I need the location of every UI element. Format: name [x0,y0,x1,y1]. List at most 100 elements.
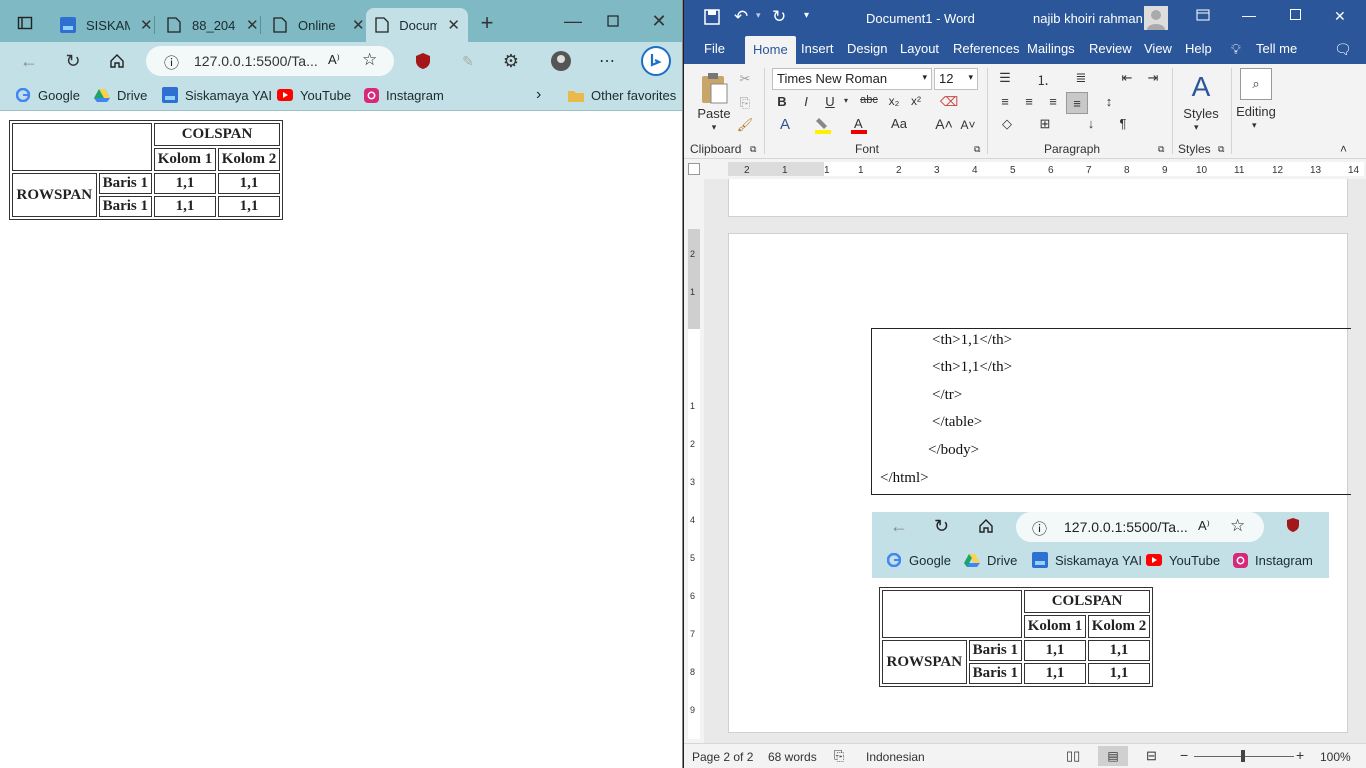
zoom-slider-thumb[interactable] [1241,750,1245,762]
browser-tab-88[interactable]: 88_2040 ✕ [158,8,267,42]
more-icon[interactable]: ⋯ [594,48,620,74]
underline-icon[interactable]: U [822,94,838,109]
fav-other-favorites[interactable]: Other favorites [568,85,676,105]
word-count[interactable]: 68 words [768,750,817,764]
dialog-launcher-icon[interactable]: ⧉ [1158,144,1164,155]
chevron-down-icon[interactable]: ▾ [1252,120,1257,131]
text-effects-icon[interactable]: A [776,116,794,133]
refresh-icon[interactable]: ↻ [60,48,86,74]
styles-icon[interactable]: A [1184,70,1218,104]
dialog-launcher-icon[interactable]: ⧉ [1218,144,1224,155]
decrease-indent-icon[interactable]: ⇤ [1118,70,1136,86]
format-painter-icon[interactable]: 🖌︎ [736,116,754,134]
highlight-icon[interactable] [814,116,832,134]
chevron-down-icon[interactable]: ▾ [844,96,848,105]
save-icon[interactable] [704,9,720,28]
search-icon[interactable]: ⌕ [1240,68,1272,100]
align-center-icon[interactable]: ≡ [1020,94,1038,109]
back-icon[interactable]: ← [16,48,42,74]
justify-icon[interactable]: ≡ [1066,92,1088,114]
web-layout-icon[interactable]: ⊟ [1146,748,1157,764]
close-icon[interactable]: ✕ [246,16,259,34]
zoom-level[interactable]: 100% [1320,750,1351,764]
tab-actions-icon[interactable] [12,10,38,36]
chevron-down-icon[interactable]: ▾ [1194,122,1199,133]
browser-tab-siskamaya[interactable]: SISKAMAYA ✕ [52,8,161,42]
dialog-launcher-icon[interactable]: ⧉ [750,144,756,155]
tab-tell-me[interactable]: Tell me [1256,41,1297,56]
paste-icon[interactable] [698,70,730,106]
read-mode-icon[interactable]: ▯▯ [1066,748,1080,764]
maximize-icon[interactable] [600,8,626,34]
superscript-icon[interactable]: x² [908,94,924,108]
page-2[interactable]: <th>1,1</th> <th>1,1</th> </tr> </table>… [728,233,1351,733]
paste-label[interactable]: Paste [697,106,730,121]
tab-mailings[interactable]: Mailings [1027,41,1075,56]
cut-icon[interactable]: ✂ [736,70,754,88]
chevron-down-icon[interactable]: ▾ [922,72,927,83]
collapse-ribbon-icon[interactable]: ˄ [1340,142,1347,156]
avatar[interactable] [548,48,574,74]
close-icon[interactable]: ✕ [140,16,153,34]
tab-home[interactable]: Home [745,36,796,64]
maximize-icon[interactable] [1290,9,1301,23]
shrink-font-icon[interactable]: A˅ [960,118,976,132]
chevron-down-icon[interactable]: ▾ [968,72,973,83]
fav-youtube[interactable]: YouTube [277,85,351,105]
font-size-combo[interactable]: 12 ▾ [934,68,978,90]
zoom-out-icon[interactable]: − [1180,747,1188,763]
subscript-icon[interactable]: x₂ [886,94,902,108]
read-aloud-icon[interactable]: A⁾ [328,52,340,68]
increase-indent-icon[interactable]: ⇥ [1144,70,1162,86]
proofing-icon[interactable]: ⎘ [834,748,844,764]
shading-icon[interactable]: ◇ [998,116,1016,132]
bullets-icon[interactable]: ☰ [996,70,1014,86]
multilevel-list-icon[interactable]: ≣ [1072,70,1090,86]
page-count[interactable]: Page 2 of 2 [692,750,753,764]
font-color-icon[interactable]: A [850,116,868,134]
styles-label[interactable]: Styles [1183,106,1218,121]
new-tab-icon[interactable]: + [474,10,500,36]
undo-icon[interactable]: ↶ [734,7,748,27]
ribbon-display-icon[interactable] [1196,9,1210,24]
editing-label[interactable]: Editing [1232,104,1280,119]
print-layout-icon[interactable]: ▤ [1098,746,1128,766]
borders-icon[interactable]: ⊞ [1036,116,1054,132]
copy-icon[interactable]: ⎘ [736,94,754,112]
bold-icon[interactable]: B [774,94,790,109]
info-icon[interactable]: ⓘ [164,52,179,73]
extensions-icon[interactable]: ⚙ [498,48,524,74]
browser-tab-online[interactable]: Online ✕ [264,8,373,42]
line-spacing-icon[interactable]: ↕ [1100,94,1118,109]
home-icon[interactable] [104,48,130,74]
bing-icon[interactable] [640,45,672,77]
close-icon[interactable]: ✕ [447,16,460,34]
fav-drive[interactable]: Drive [94,85,147,105]
clear-formatting-icon[interactable]: ⌫ [940,94,958,110]
minimize-icon[interactable]: — [560,8,586,34]
strikethrough-icon[interactable]: abc [860,94,878,106]
align-left-icon[interactable]: ≡ [996,94,1014,109]
ublock-icon[interactable] [410,48,436,74]
tab-design[interactable]: Design [847,41,887,56]
italic-icon[interactable]: I [798,94,814,109]
tab-review[interactable]: Review [1089,41,1132,56]
font-name-combo[interactable]: Times New Roman ▾ [772,68,932,90]
close-window-icon[interactable]: ✕ [1334,8,1346,25]
customize-qat-icon[interactable]: ▾ [804,10,809,21]
chevron-right-icon[interactable]: › [536,85,541,105]
grow-font-icon[interactable]: A˄ [935,116,953,132]
minimize-icon[interactable]: — [1242,7,1256,23]
tab-help[interactable]: Help [1185,41,1212,56]
chevron-down-icon[interactable]: ▾ [756,10,761,21]
avatar[interactable] [1144,6,1168,30]
tab-references[interactable]: References [953,41,1019,56]
tab-view[interactable]: View [1144,41,1172,56]
address-bar[interactable]: ⓘ 127.0.0.1:5500/Ta... A⁾ ☆ [146,46,394,76]
tab-layout[interactable]: Layout [900,41,939,56]
browser-tab-document[interactable]: Document ✕ [366,8,468,42]
extension-faded-icon[interactable]: ✎ [455,48,481,74]
dialog-launcher-icon[interactable]: ⧉ [974,144,980,155]
tab-file[interactable]: File [704,41,725,56]
zoom-in-icon[interactable]: + [1296,747,1304,763]
